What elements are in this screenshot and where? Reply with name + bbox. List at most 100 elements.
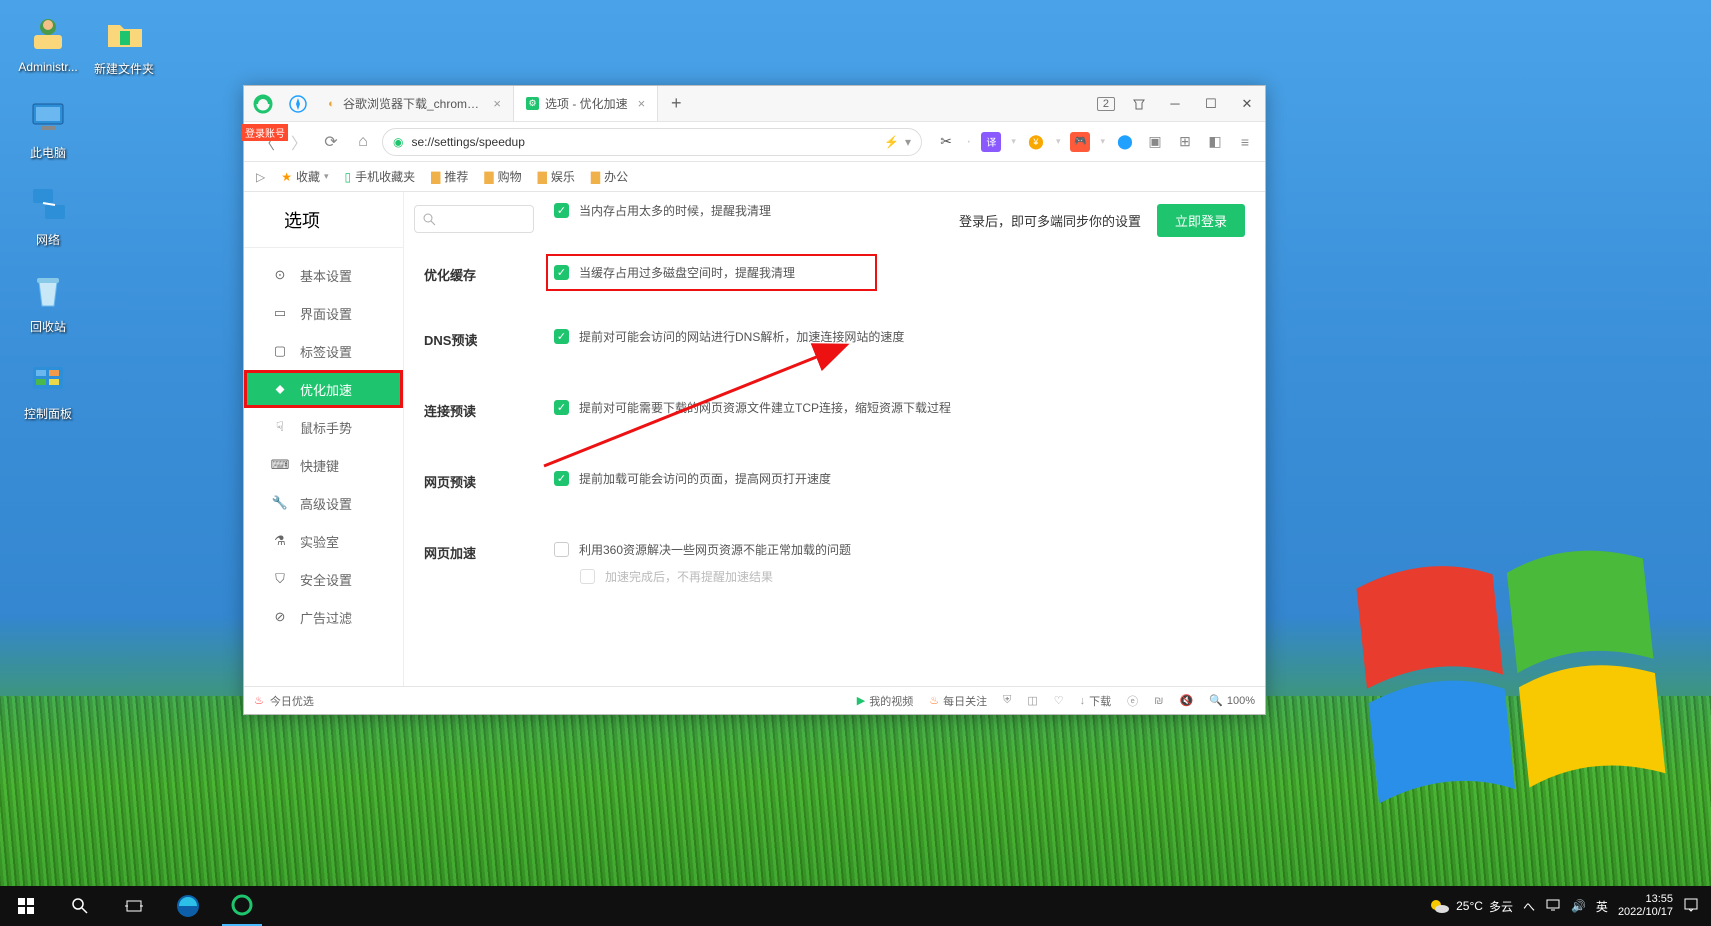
- sidebar-item-adblock[interactable]: ⊘广告过滤: [244, 598, 403, 636]
- skin-icon[interactable]: [1121, 86, 1157, 122]
- desktop-icon-newfolder[interactable]: 新建文件夹: [86, 10, 162, 77]
- download-button[interactable]: ↓下载: [1080, 693, 1112, 709]
- sidebar-item-speedup[interactable]: ⬥优化加速: [244, 370, 403, 408]
- translate-icon[interactable]: 译: [981, 132, 1001, 152]
- tray-volume-icon[interactable]: 🔊: [1571, 899, 1586, 913]
- browser-logo-icon[interactable]: 登录账号: [244, 94, 282, 114]
- mail-icon[interactable]: ⓔ: [1127, 693, 1138, 709]
- zoom-indicator[interactable]: 🔍100%: [1209, 694, 1255, 707]
- desktop-icon-network[interactable]: 网络: [10, 181, 86, 248]
- dropdown-icon[interactable]: ▾: [905, 135, 911, 149]
- tray-chevron-icon[interactable]: へ: [1523, 898, 1535, 915]
- desktop-icon-thispc[interactable]: 此电脑: [10, 94, 86, 161]
- taskbar-app-360browser[interactable]: [222, 886, 262, 926]
- bookmark-folder[interactable]: ▇推荐: [431, 168, 468, 185]
- user-icon: [25, 10, 71, 56]
- sidebar-item-lab[interactable]: ⚗实验室: [244, 522, 403, 560]
- star-icon: ★: [281, 170, 292, 184]
- bookmark-folder[interactable]: ▇购物: [484, 168, 521, 185]
- sidebar-item-advanced[interactable]: 🔧 高级设置: [244, 484, 403, 522]
- compass-icon[interactable]: [282, 95, 314, 113]
- extension-icon[interactable]: ▣: [1145, 132, 1165, 152]
- taskbar-right: 25°C 多云 へ 🔊 英 13:55 2022/10/17: [1428, 893, 1711, 919]
- desktop-icon-label: 网络: [10, 231, 86, 248]
- minimize-button[interactable]: ─: [1157, 86, 1193, 122]
- wrench-icon: 🔧: [272, 495, 288, 511]
- shield-status-icon[interactable]: ⛨: [1003, 694, 1011, 707]
- sidebar-label: 高级设置: [300, 494, 352, 513]
- record-icon[interactable]: ◧: [1205, 132, 1225, 152]
- checkbox-page-prefetch[interactable]: ✓ 提前加载可能会访问的页面，提高网页打开速度: [554, 470, 1265, 487]
- weather-widget[interactable]: 25°C 多云: [1428, 895, 1513, 917]
- search-button[interactable]: [60, 886, 100, 926]
- forward-button[interactable]: 〉: [286, 129, 312, 155]
- favorites-button[interactable]: ★收藏▾: [281, 168, 328, 185]
- start-button[interactable]: [6, 886, 46, 926]
- coin-icon[interactable]: ⬤¥: [1026, 132, 1046, 152]
- tab-google-chrome-download[interactable]: ◐ 谷歌浏览器下载_chrome浏览器官 ×: [314, 86, 514, 121]
- sidebar-item-interface[interactable]: ▭界面设置: [244, 294, 403, 332]
- reload-button[interactable]: ⟳: [318, 129, 344, 155]
- sidebar-item-security[interactable]: ⛉安全设置: [244, 560, 403, 598]
- sidebar-label: 广告过滤: [300, 608, 352, 627]
- close-tab-icon[interactable]: ×: [493, 96, 501, 111]
- bookmark-folder[interactable]: ▇办公: [591, 168, 628, 185]
- sidebar-item-gestures[interactable]: ☟鼠标手势: [244, 408, 403, 446]
- browser-toolbar: 〈 〉 ⟳ ⌂ ◉ se://settings/speedup ⚡ ▾ ✂ · …: [244, 122, 1265, 162]
- phone-favorites[interactable]: ▯手机收藏夹: [345, 168, 416, 185]
- game-icon[interactable]: 🎮: [1070, 132, 1090, 152]
- my-video-button[interactable]: ▶我的视频: [857, 693, 913, 709]
- section-label: 网页预读: [424, 470, 554, 491]
- sidebar-item-basic[interactable]: ⊙基本设置: [244, 256, 403, 294]
- sidebar-item-tabs[interactable]: ▢标签设置: [244, 332, 403, 370]
- statusbar-left[interactable]: ♨ 今日优选: [254, 693, 314, 709]
- new-tab-button[interactable]: +: [658, 86, 694, 121]
- browser-window: 登录账号 ◐ 谷歌浏览器下载_chrome浏览器官 × ⚙ 选项 - 优化加速 …: [243, 85, 1266, 715]
- bm-label: 购物: [498, 168, 522, 185]
- bm-label: 手机收藏夹: [355, 168, 415, 185]
- heart-icon[interactable]: ♡: [1054, 694, 1064, 707]
- sidebar-item-shortcuts[interactable]: ⌨快捷键: [244, 446, 403, 484]
- lock-icon: ◉: [393, 135, 403, 149]
- checkbox-dns-prefetch[interactable]: ✓ 提前对可能会访问的网站进行DNS解析，加速连接网站的速度: [554, 328, 1265, 345]
- checkbox-360-resource[interactable]: 利用360资源解决一些网页资源不能正常加载的问题: [554, 541, 1265, 558]
- home-button[interactable]: ⌂: [350, 129, 376, 155]
- cut-icon[interactable]: ₪: [1154, 695, 1163, 707]
- favicon-icon: ⚙: [526, 97, 539, 110]
- tray-network-icon[interactable]: [1545, 898, 1561, 915]
- tab-count-badge[interactable]: 2: [1097, 97, 1115, 111]
- task-view-button[interactable]: [114, 886, 154, 926]
- daily-focus-button[interactable]: ♨每日关注: [929, 693, 987, 709]
- notifications-button[interactable]: [1683, 897, 1699, 916]
- filter-status-icon[interactable]: ◫: [1027, 694, 1037, 707]
- paw-icon[interactable]: ⬤: [1115, 132, 1135, 152]
- grid-icon[interactable]: ⊞: [1175, 132, 1195, 152]
- bolt-icon[interactable]: ⚡: [884, 135, 899, 149]
- folder-icon: [101, 10, 147, 56]
- checkbox-cache-remind[interactable]: ✓ 当缓存占用过多磁盘空间时，提醒我清理: [554, 264, 795, 281]
- taskbar-app-edge[interactable]: [168, 886, 208, 926]
- gear-icon: ⊙: [272, 267, 288, 283]
- menu-icon[interactable]: ≡: [1235, 132, 1255, 152]
- desktop-icon-controlpanel[interactable]: 控制面板: [10, 355, 86, 422]
- close-button[interactable]: ✕: [1229, 86, 1265, 122]
- desktop-icon-recyclebin[interactable]: 回收站: [10, 268, 86, 335]
- taskbar-clock[interactable]: 13:55 2022/10/17: [1618, 893, 1673, 919]
- keyboard-icon: ⌨: [272, 457, 288, 473]
- bookmark-folder[interactable]: ▇娱乐: [538, 168, 575, 185]
- bookmarks-toggle-icon[interactable]: ▷: [256, 170, 265, 184]
- tab-options-speedup[interactable]: ⚙ 选项 - 优化加速 ×: [514, 86, 658, 121]
- desktop-icon-administrator[interactable]: Administr...: [10, 10, 86, 74]
- url-text: se://settings/speedup: [411, 135, 876, 149]
- login-button[interactable]: 立即登录: [1157, 204, 1245, 237]
- login-account-tag[interactable]: 登录账号: [242, 124, 288, 141]
- address-bar[interactable]: ◉ se://settings/speedup ⚡ ▾: [382, 128, 922, 156]
- mute-icon[interactable]: 🔇: [1179, 694, 1193, 707]
- checkbox-tcp-prefetch[interactable]: ✓ 提前对可能需要下载的网页资源文件建立TCP连接，缩短资源下载过程: [554, 399, 1265, 416]
- ime-indicator[interactable]: 英: [1596, 898, 1608, 915]
- maximize-button[interactable]: ☐: [1193, 86, 1229, 122]
- scissors-icon[interactable]: ✂: [936, 132, 956, 152]
- sidebar-label: 标签设置: [300, 342, 352, 361]
- close-tab-icon[interactable]: ×: [638, 96, 646, 111]
- tab-strip: ◐ 谷歌浏览器下载_chrome浏览器官 × ⚙ 选项 - 优化加速 × +: [314, 86, 694, 121]
